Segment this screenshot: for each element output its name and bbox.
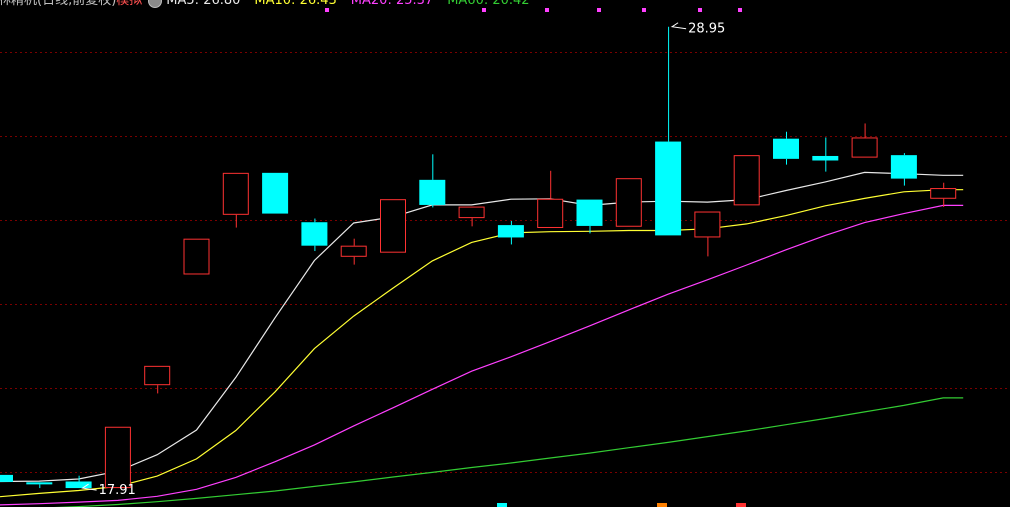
candle-body — [458, 206, 485, 219]
candle — [890, 153, 917, 186]
candle-body — [615, 178, 642, 227]
candle — [458, 206, 485, 227]
candle — [812, 137, 839, 172]
candle-body — [144, 365, 171, 386]
candle-body — [812, 155, 839, 161]
candle — [930, 182, 957, 207]
candle-body — [222, 172, 249, 215]
candle — [262, 172, 289, 214]
candle-body — [262, 172, 289, 214]
candle — [537, 170, 564, 228]
ma20-readout: MA20: 25.37 — [350, 0, 434, 8]
ma60-line — [54, 397, 964, 507]
candle-body — [537, 198, 564, 228]
annotation-label: 28.95 — [688, 22, 725, 37]
candle — [104, 426, 131, 489]
candle — [733, 155, 760, 206]
candle — [380, 199, 406, 253]
candle-body — [851, 137, 878, 158]
candle — [694, 211, 721, 257]
candle — [615, 178, 642, 227]
chart-header: 林精机(日线,前复权)模拟 MA5: 26.80 MA10: 26.43 MA20: … — [0, 0, 544, 9]
ma5-line — [0, 171, 964, 483]
annotation-arrow — [670, 22, 687, 30]
candle-body — [26, 482, 53, 485]
stock-title: 林精机(日线,前复权) — [0, 0, 117, 8]
candle-body — [655, 141, 682, 236]
header-marker — [738, 8, 742, 12]
candle — [497, 220, 524, 245]
candle-body — [380, 199, 406, 253]
header-marker — [597, 8, 601, 12]
ma10-line — [0, 189, 964, 498]
header-marker — [545, 8, 549, 12]
annotation-label: 17.91 — [99, 483, 136, 498]
candle-body — [576, 199, 603, 226]
candle-body — [733, 155, 760, 206]
candle-body — [183, 238, 210, 275]
candle-body — [930, 188, 957, 199]
candle — [183, 238, 210, 275]
candle — [576, 199, 603, 234]
candle-body — [301, 222, 328, 246]
grid-lines — [0, 52, 1010, 473]
candle — [0, 474, 13, 482]
candle-body — [0, 474, 13, 482]
header-markers — [325, 8, 746, 507]
candle — [655, 26, 682, 236]
candle-body — [773, 138, 799, 159]
candle-body — [497, 225, 524, 238]
ma10-readout: MA10: 26.43 — [254, 0, 337, 8]
moving-average-lines — [0, 171, 964, 507]
candle — [419, 154, 446, 208]
candle-body — [340, 245, 367, 257]
bottom-marker — [736, 503, 746, 507]
header-marker — [698, 8, 702, 12]
candle-body — [419, 179, 446, 205]
candle — [144, 365, 171, 394]
bottom-marker — [497, 503, 507, 507]
candle-body — [694, 211, 721, 238]
header-marker — [642, 8, 646, 12]
candle-body — [890, 155, 917, 179]
settings-dot-icon[interactable] — [148, 0, 163, 8]
ma60-readout: MA60: 20.42 — [447, 0, 530, 8]
bottom-marker — [657, 503, 667, 507]
candle — [222, 172, 249, 228]
candle — [340, 238, 367, 265]
candle-body — [104, 426, 131, 489]
mode-label: 模拟 — [116, 0, 143, 8]
candles — [0, 26, 957, 489]
candle — [301, 218, 328, 252]
ma5-readout: MA5: 26.80 — [166, 0, 241, 8]
candlestick-chart: 17.91 28.95 — [0, 8, 1010, 507]
candle — [26, 482, 53, 489]
candle — [851, 123, 878, 158]
price-annotations: 17.91 28.95 — [81, 22, 725, 498]
